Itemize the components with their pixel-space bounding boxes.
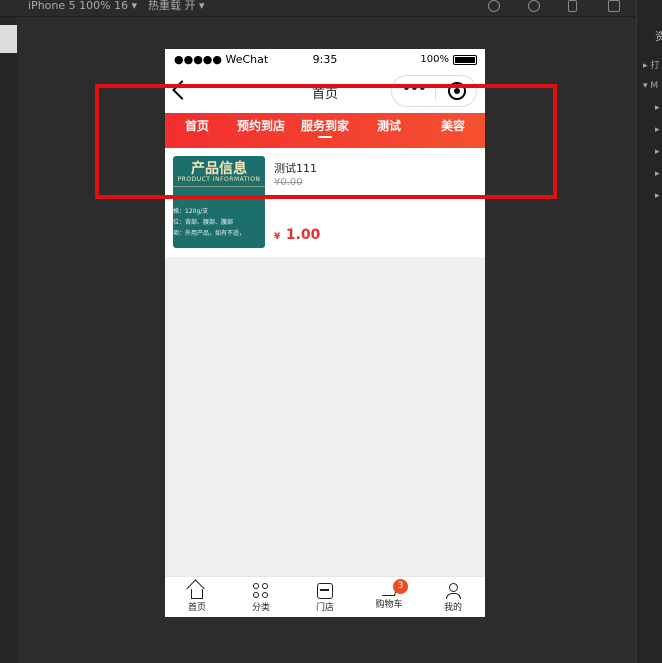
image-text: 格：120g/支 位：背部、腰部、腹部 项：外用产品，如有不适， [173, 206, 245, 239]
status-bar: ●●●●● WeChat 9:35 100% [165, 49, 485, 71]
store-icon [317, 583, 333, 599]
cart-badge: 3 [393, 579, 408, 594]
home-icon [191, 589, 203, 599]
product-price: ¥ 1.00 [274, 224, 320, 243]
left-strip [0, 17, 17, 663]
panel-title: 资 [655, 30, 662, 43]
tabbar-label: 购物车 [375, 600, 403, 610]
category-icon [253, 583, 269, 599]
device-selector[interactable]: iPhone 5 100% 16 ▾ [28, 0, 137, 12]
bottom-tab-bar: 首页 分类 门店 3 购物车 我的 [165, 576, 485, 617]
panel-row[interactable]: ▸ [655, 191, 660, 201]
image-line: 位：背部、腰部、腹部 [173, 219, 234, 226]
refresh-icon[interactable] [488, 0, 500, 12]
window-icon[interactable] [608, 0, 620, 12]
battery-percent: 100% [420, 54, 449, 65]
image-line: 格：120g/支 [173, 208, 209, 215]
tabbar-label: 首页 [187, 603, 206, 613]
tabbar-item-category[interactable]: 分类 [229, 577, 293, 617]
battery-icon [453, 55, 477, 65]
tabbar-item-profile[interactable]: 我的 [421, 577, 485, 617]
left-strip-accent [0, 25, 17, 53]
currency-symbol: ¥ [274, 232, 281, 242]
tabbar-item-cart[interactable]: 3 购物车 [357, 577, 421, 617]
devtools-toolbar: iPhone 5 100% 16 ▾ 热重载 开 ▾ [0, 0, 662, 17]
tabbar-item-store[interactable]: 门店 [293, 577, 357, 617]
user-icon [445, 583, 461, 599]
panel-row[interactable]: ▸ [655, 169, 660, 179]
image-line: 项：外用产品，如有不适， [173, 230, 246, 237]
price-value: 1.00 [285, 227, 321, 243]
highlight-annotation-box [95, 84, 557, 199]
panel-row[interactable]: ▸ 打 [643, 58, 659, 71]
stop-icon[interactable] [528, 0, 540, 12]
devtools-right-panel: 资 ▸ 打 ▾ M ▸ ▸ ▸ ▸ ▸ [636, 0, 662, 663]
panel-row[interactable]: ▸ [655, 125, 660, 135]
hot-reload-toggle[interactable]: 热重载 开 ▾ [148, 0, 205, 12]
panel-row[interactable]: ▾ M [643, 81, 658, 91]
panel-row[interactable]: ▸ [655, 103, 660, 113]
tabbar-item-home[interactable]: 首页 [165, 577, 229, 617]
panel-row[interactable]: ▸ [655, 147, 660, 157]
tabbar-label: 门店 [315, 603, 334, 613]
phone-icon[interactable] [568, 0, 577, 12]
tabbar-label: 分类 [251, 603, 270, 613]
tabbar-label: 我的 [443, 603, 462, 613]
